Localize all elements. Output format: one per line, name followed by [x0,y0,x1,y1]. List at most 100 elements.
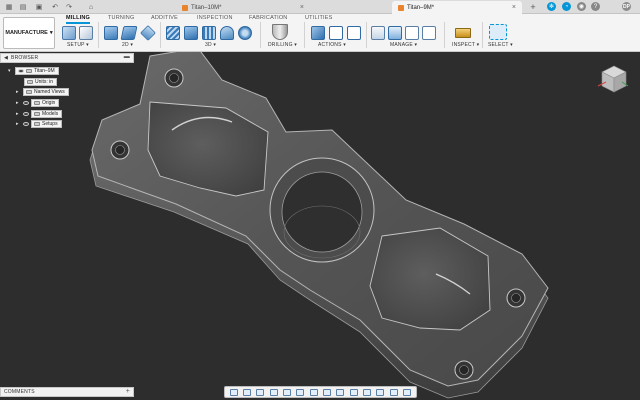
chevron-down-icon[interactable]: ▾ [8,68,13,74]
2d-contour-icon[interactable] [140,25,156,41]
workspace-label: MANUFACTURE [5,30,48,36]
measure-icon[interactable] [455,28,471,38]
browser-panel-header[interactable]: ◀ BROWSER ▬ [0,53,134,63]
comments-title: COMMENTS [4,389,35,395]
job-status-icon[interactable]: ◔ [562,2,571,11]
save-icon[interactable]: ▣ [34,2,44,12]
look-at-icon[interactable] [243,388,252,396]
tab-milling[interactable]: MILLING [66,15,91,24]
group-drilling[interactable]: DRILLING [268,42,297,48]
setup-sheet-icon[interactable] [347,26,361,40]
node-label: Models [42,111,59,117]
file-icon[interactable]: ▤ [18,2,28,12]
viewports-icon[interactable] [323,388,332,396]
collapse-icon[interactable]: ◀ [4,55,8,61]
node-label: Setups [42,121,58,127]
grid-icon[interactable] [309,388,318,396]
group-divider [444,22,445,48]
folder-icon [26,90,32,94]
3d-pocket-icon[interactable] [184,26,198,40]
setup-sheet-icon[interactable] [79,26,93,40]
drill-icon[interactable] [272,24,288,40]
visibility-icon[interactable] [23,101,29,105]
tab-additive[interactable]: ADDITIVE [151,15,178,21]
app-grid-icon[interactable]: ▦ [4,2,14,12]
fit-icon[interactable] [283,388,292,396]
tab-fabrication[interactable]: FABRICATION [249,15,287,21]
section-icon[interactable] [336,388,345,396]
tab-inspection[interactable]: INSPECTION [197,15,233,21]
select-icon[interactable] [489,24,507,40]
zoom-icon[interactable] [269,388,278,396]
visibility-icon[interactable] [18,69,24,73]
close-icon[interactable]: × [512,4,516,11]
workspace-switcher[interactable]: MANUFACTURE ▾ [3,17,55,49]
document-tab-titan-9m[interactable]: Titan–9M* × [392,1,522,14]
document-tab-titan-10m[interactable]: Titan–10M* × [176,1,310,14]
home-icon[interactable]: ⌂ [86,2,96,12]
post-process-icon[interactable] [329,26,343,40]
part-model[interactable] [0,52,640,400]
extensions-icon[interactable]: ✻ [547,2,556,11]
template-library-icon[interactable] [388,26,402,40]
display-settings-icon[interactable] [296,388,305,396]
browser-node-named-views[interactable]: ▸ Named Views [16,88,69,96]
chevron-right-icon[interactable]: ▸ [16,89,21,95]
group-divider [160,22,161,48]
tab-utilities[interactable]: UTILITIES [305,15,332,21]
2d-adaptive-icon[interactable] [104,26,118,40]
group-2d[interactable]: 2D [122,42,133,48]
setup-icon[interactable] [62,26,76,40]
browser-node-models[interactable]: ▸ Models [16,110,63,118]
machine-library-icon[interactable] [422,26,436,40]
3d-scallop-icon[interactable] [220,26,234,40]
group-inspect[interactable]: INSPECT [452,42,479,48]
redo-icon[interactable]: ↷ [64,2,74,12]
object-visibility-icon[interactable] [389,388,398,396]
group-setup[interactable]: SETUP [67,42,89,48]
selection-filter-icon[interactable] [403,388,412,396]
visual-style-icon[interactable] [363,388,372,396]
new-tab-icon[interactable]: + [528,2,538,12]
pin-icon[interactable]: ▬ [124,54,130,60]
pan-icon[interactable] [256,388,265,396]
units-label: Units: in [35,79,54,85]
group-select[interactable]: SELECT [488,42,513,48]
undo-icon[interactable]: ↶ [50,2,60,12]
3d-parallel-icon[interactable] [202,26,216,40]
comments-panel-header[interactable]: COMMENTS + [0,387,134,397]
effects-icon[interactable] [376,388,385,396]
camera-icon[interactable] [349,388,358,396]
chevron-right-icon[interactable]: ▸ [16,121,21,127]
folder-icon [34,101,40,105]
simulate-icon[interactable] [311,26,325,40]
navigation-toolbar [224,386,417,398]
3d-spiral-icon[interactable] [238,26,252,40]
units-node[interactable]: Units: in [24,78,58,86]
tab-turning[interactable]: TURNING [108,15,134,21]
browser-node-origin[interactable]: ▸ Origin [16,99,60,107]
orbit-icon[interactable] [229,388,238,396]
canvas-viewport[interactable] [0,52,640,400]
group-3d[interactable]: 3D [205,42,216,48]
chevron-right-icon[interactable]: ▸ [16,111,21,117]
chevron-right-icon[interactable]: ▸ [16,100,21,106]
avatar[interactable]: DP [622,2,631,11]
browser-node-setups[interactable]: ▸ Setups [16,120,62,128]
tool-library-icon[interactable] [371,26,385,40]
document-icon [398,4,404,11]
close-icon[interactable]: × [300,4,304,11]
view-cube[interactable] [596,62,630,96]
3d-adaptive-icon[interactable] [166,26,180,40]
group-manage[interactable]: MANAGE [390,42,417,48]
visibility-icon[interactable] [23,122,29,126]
browser-root-node[interactable]: ▾ Titan–9M [8,67,59,75]
help-icon[interactable]: ? [591,2,600,11]
post-library-icon[interactable] [405,26,419,40]
folder-icon [34,122,40,126]
2d-pocket-icon[interactable] [120,26,138,40]
group-actions[interactable]: ACTIONS [318,42,346,48]
notifications-icon[interactable]: ◉ [577,2,586,11]
add-comment-icon[interactable]: + [126,388,130,395]
visibility-icon[interactable] [23,112,29,116]
